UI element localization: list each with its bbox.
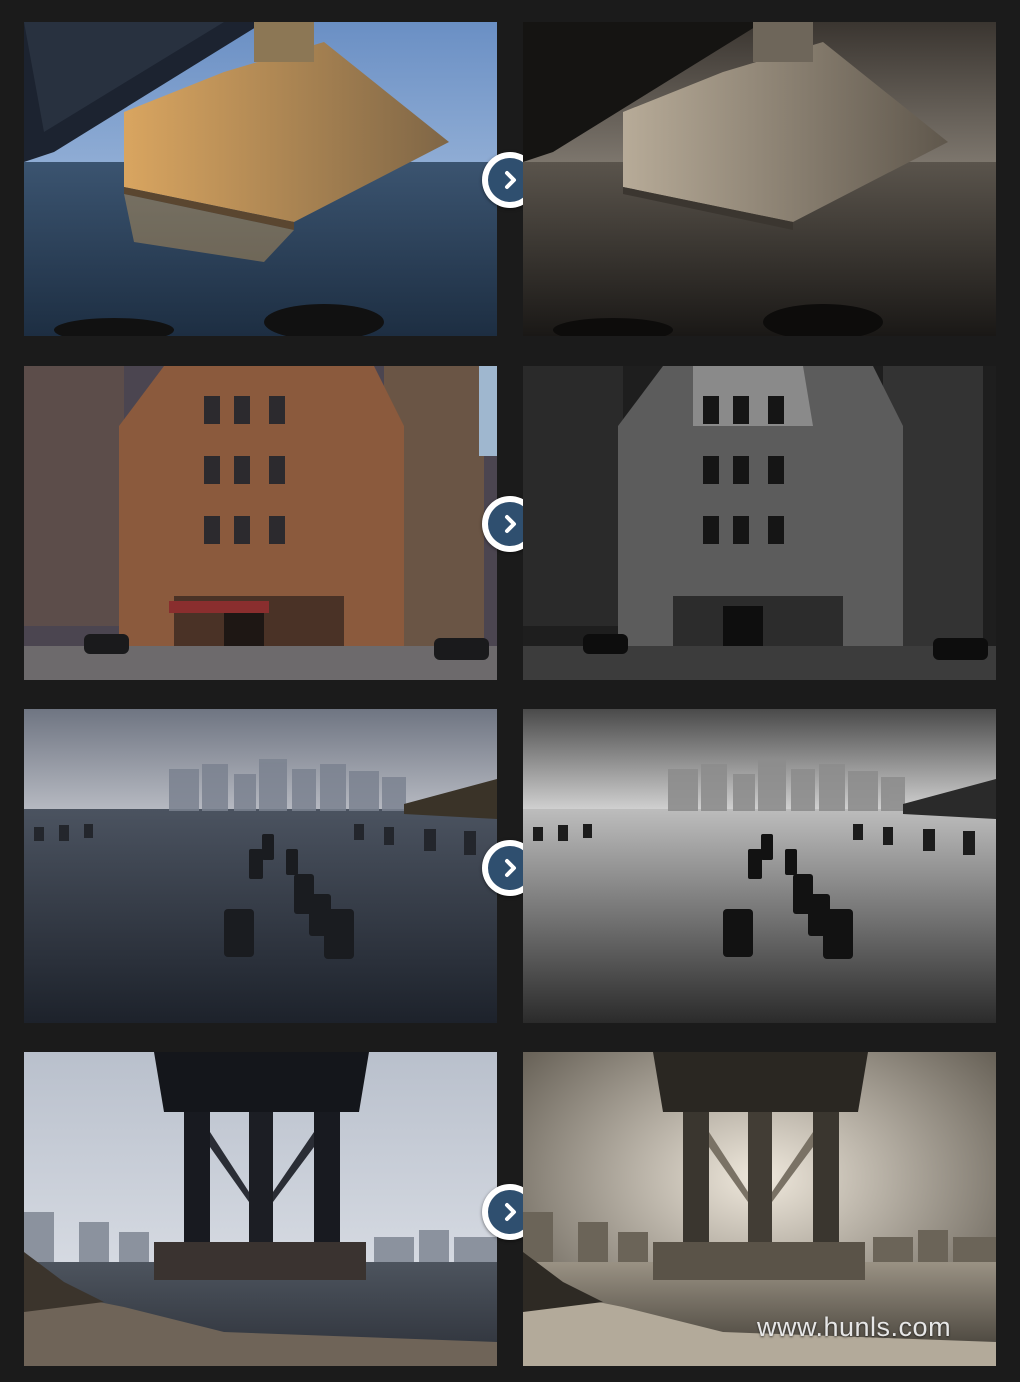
before-after-grid: www.hunls.com [0, 0, 1020, 1382]
bridge-pier-bw-photo [523, 22, 996, 336]
pier-pilings-color-photo [24, 709, 497, 1023]
bridge-tower-color-photo [24, 1052, 497, 1366]
watermark-text: www.hunls.com [757, 1312, 952, 1342]
pier-pilings-bw-photo [523, 709, 996, 1023]
delmonicos-building-color-photo [24, 366, 497, 680]
bridge-pier-color-photo [24, 22, 497, 336]
delmonicos-building-bw-photo [523, 366, 996, 680]
